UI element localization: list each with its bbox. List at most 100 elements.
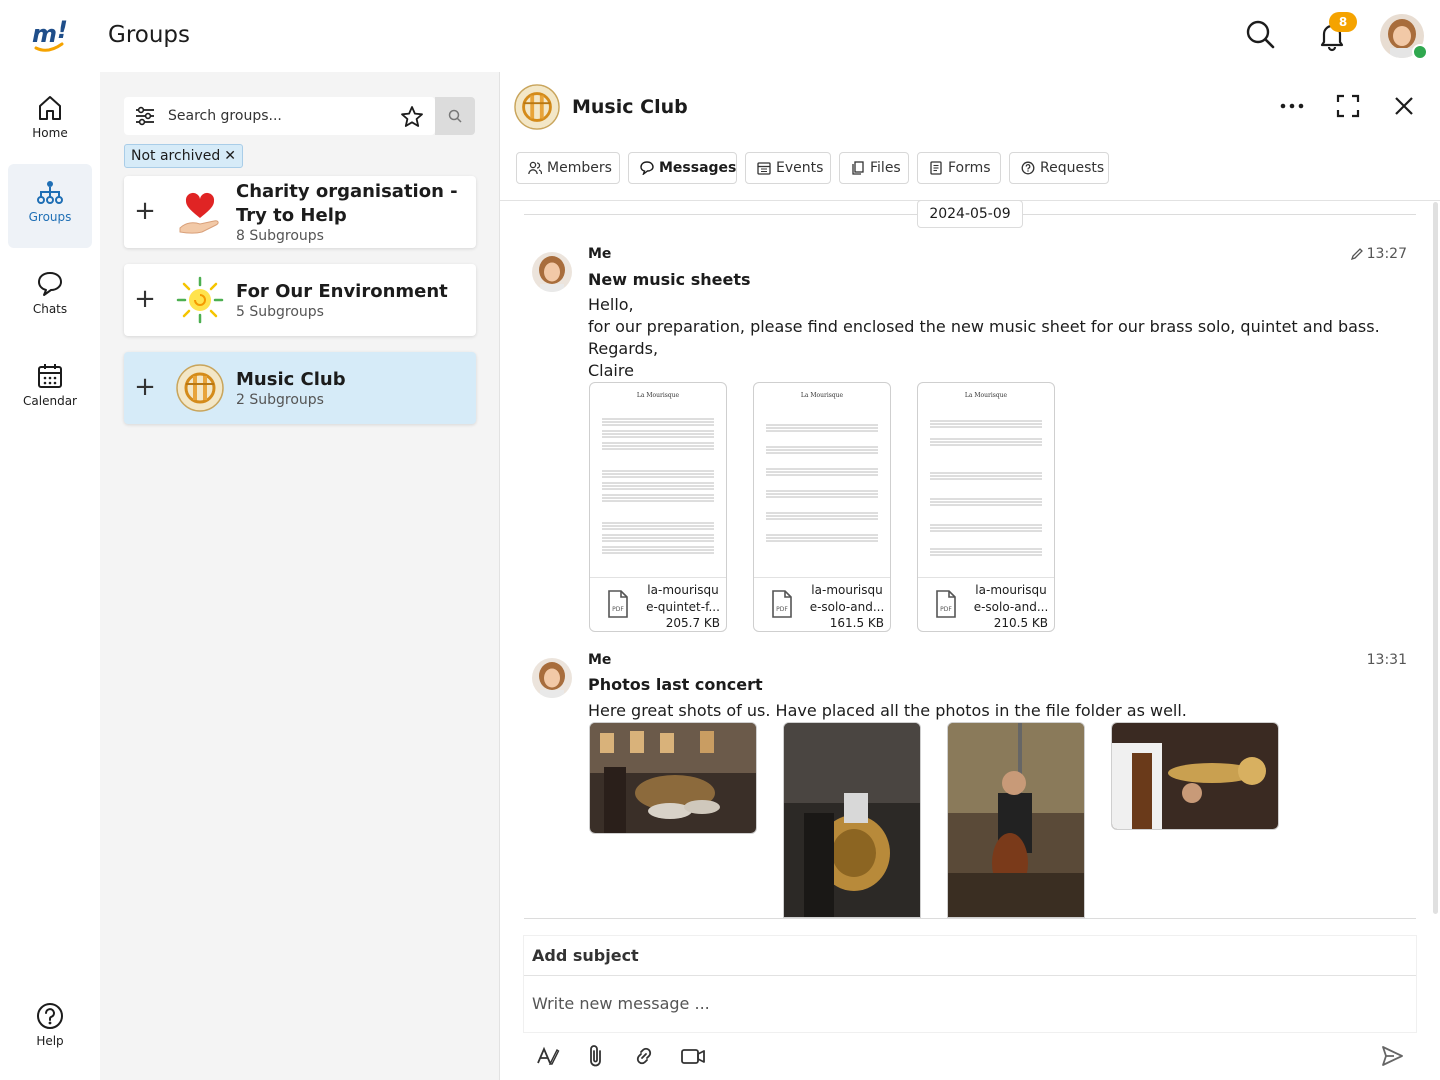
file-size: 210.5 KB	[993, 616, 1048, 630]
group-name: Charity organisation - Try to Help	[236, 181, 458, 226]
tab-members-label: Members	[547, 160, 612, 176]
more-icon[interactable]	[1278, 96, 1306, 116]
sun-icon	[176, 276, 224, 324]
chat-icon	[38, 272, 62, 296]
group-subgroups: 5 Subgroups	[236, 304, 324, 320]
nav-chats[interactable]: Chats	[8, 256, 92, 340]
sheet-music-thumbnail: La Mourisque	[594, 387, 722, 575]
message-subject: Photos last concert	[588, 675, 763, 694]
chat-scrollbar[interactable]	[1433, 202, 1438, 914]
message-subject: New music sheets	[588, 270, 751, 289]
expand-icon[interactable]	[1336, 94, 1360, 118]
file-size: 161.5 KB	[829, 616, 884, 630]
groups-icon	[37, 181, 63, 204]
tab-requests[interactable]: Requests	[1009, 152, 1109, 184]
tab-messages-label: Messages	[659, 160, 737, 176]
notification-badge: 8	[1329, 12, 1357, 32]
requests-icon	[1021, 161, 1035, 175]
pdf-icon: PDF	[608, 590, 628, 618]
file-footer: PDF la-mourisqu e-solo-and... 161.5 KB	[754, 577, 890, 631]
svg-text:!: !	[57, 16, 68, 44]
nav-help-label: Help	[36, 1034, 64, 1048]
online-status-icon	[1412, 44, 1428, 60]
send-icon[interactable]	[1380, 1044, 1404, 1068]
nav-calendar[interactable]: Calendar	[8, 348, 92, 432]
chat-icon	[640, 161, 654, 175]
expand-group-button[interactable]: +	[134, 286, 156, 312]
thumb-title: La Mourisque	[637, 392, 680, 399]
attach-icon[interactable]	[586, 1044, 606, 1068]
close-icon[interactable]: ✕	[224, 148, 236, 164]
sheet-music-thumbnail: La Mourisque	[758, 387, 886, 575]
svg-text:PDF: PDF	[776, 606, 788, 613]
sheet-music-thumbnail: La Mourisque	[922, 387, 1050, 575]
nav-calendar-label: Calendar	[23, 394, 77, 408]
message-line: Claire	[588, 361, 634, 380]
help-icon	[37, 1003, 63, 1029]
page-title: Groups	[108, 22, 191, 48]
group-subgroups: 2 Subgroups	[236, 392, 324, 408]
chat-group-logo	[514, 84, 560, 130]
top-bar: m ! Groups 8	[0, 0, 1440, 72]
expand-group-button[interactable]: +	[134, 198, 156, 224]
subject-input[interactable]	[524, 936, 1416, 976]
close-icon[interactable]	[1394, 94, 1414, 118]
group-card-environment[interactable]: + For Our Environment 5 Subgroups	[124, 264, 476, 336]
file-attachment[interactable]: La Mourisque PDF la-mourisqu e-solo-and..…	[917, 382, 1055, 632]
file-footer: PDF la-mourisqu e-solo-and... 210.5 KB	[918, 577, 1054, 631]
nav-groups[interactable]: Groups	[8, 164, 92, 248]
message-avatar[interactable]	[532, 252, 572, 292]
thumb-title: La Mourisque	[965, 392, 1008, 399]
tab-messages[interactable]: Messages	[628, 152, 737, 184]
message-body: Here great shots of us. Have placed all …	[588, 700, 1388, 722]
photo-attachment[interactable]	[947, 722, 1085, 918]
photo-attachment[interactable]	[589, 722, 757, 834]
tab-members[interactable]: Members	[516, 152, 620, 184]
pencil-icon[interactable]	[1350, 247, 1364, 261]
link-icon[interactable]	[632, 1044, 656, 1068]
file-name: la-mourisqu e-quintet-f...	[646, 583, 720, 614]
pdf-icon: PDF	[772, 590, 792, 618]
message-avatar[interactable]	[532, 658, 572, 698]
message-input[interactable]	[524, 980, 1416, 1032]
message-body: Hello, for our preparation, please find …	[588, 294, 1388, 382]
filter-chip-label: Not archived	[131, 148, 221, 164]
message-line: Hello,	[588, 295, 634, 314]
filter-icon[interactable]	[134, 106, 156, 126]
nav-chats-label: Chats	[32, 302, 68, 316]
message-time: 13:31	[1366, 652, 1407, 668]
left-nav: Home Groups Chats Calendar Help	[0, 72, 100, 1080]
file-attachment[interactable]: La Mourisque PDF la-mourisqu e-solo-and..…	[753, 382, 891, 632]
file-attachment[interactable]: La Mourisque PDF la-mourisqu e-quintet-f.…	[589, 382, 727, 632]
search-icon[interactable]	[1244, 18, 1276, 50]
group-card-music-club[interactable]: + Music Club 2 Subgroups	[124, 352, 476, 424]
chat-title: Music Club	[572, 96, 688, 118]
group-search-input[interactable]	[168, 101, 390, 131]
photo-attachment[interactable]	[783, 722, 921, 918]
tab-files-label: Files	[870, 160, 901, 176]
members-icon	[528, 161, 542, 175]
nav-home[interactable]: Home	[8, 80, 92, 164]
expand-group-button[interactable]: +	[134, 374, 156, 400]
forms-icon	[930, 161, 942, 175]
app-logo[interactable]: m !	[30, 14, 70, 58]
group-search-button[interactable]	[435, 97, 475, 135]
nav-home-label: Home	[32, 126, 68, 140]
photo-attachment[interactable]	[1111, 722, 1279, 830]
tab-forms-label: Forms	[948, 160, 991, 176]
video-icon[interactable]	[680, 1044, 706, 1068]
tab-files[interactable]: Files	[839, 152, 909, 184]
message-line: Here great shots of us. Have placed all …	[588, 701, 1187, 720]
group-search-box	[124, 97, 435, 135]
tab-events[interactable]: Events	[745, 152, 831, 184]
star-icon[interactable]	[400, 105, 424, 129]
tab-forms[interactable]: Forms	[917, 152, 1001, 184]
filter-chip-not-archived[interactable]: Not archived ✕	[124, 144, 243, 168]
group-card-charity[interactable]: + Charity organisation - Try to Help 8 S…	[124, 176, 476, 248]
message-sender: Me	[588, 246, 612, 262]
file-name: la-mourisqu e-solo-and...	[809, 583, 885, 614]
file-footer: PDF la-mourisqu e-quintet-f... 205.7 KB	[590, 577, 726, 631]
nav-help[interactable]: Help	[8, 988, 92, 1072]
calendar-icon	[757, 162, 771, 175]
text-format-icon[interactable]	[536, 1044, 560, 1068]
